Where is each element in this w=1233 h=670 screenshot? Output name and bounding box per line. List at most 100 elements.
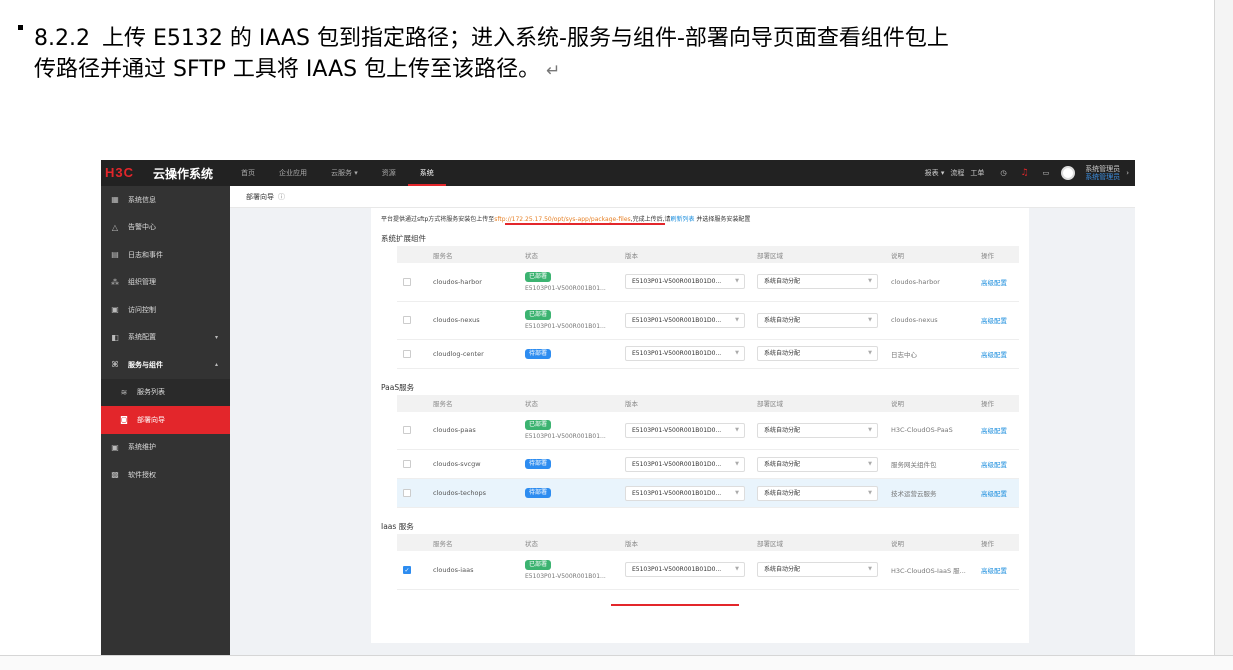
zone-select[interactable]: 系统自动分配 ▼ [757,422,878,438]
table-row[interactable]: cloudos-harbor 已部署 E5103P01-V500R001B01...… [397,263,1019,302]
zone-select[interactable]: 系统自动分配 ▼ [757,562,878,578]
maintain-icon: ▣ [111,442,119,452]
version-select[interactable]: E5103P01-V500R001B01D0... ▼ [625,562,745,578]
sidebar-item-services[interactable]: ⌘ 服务与组件 ▴ [101,351,230,379]
description: 服务网关组件包 [885,449,975,479]
zone-select[interactable]: 系统自动分配 ▼ [757,456,878,472]
advanced-config-link[interactable]: 高级配置 [981,317,1007,325]
chevron-down-icon: ▼ [735,460,739,467]
zone-cell: 系统自动分配 ▼ [751,263,885,302]
row-checkbox[interactable] [403,426,411,435]
table-row[interactable]: cloudos-svcgw 待部署 E5103P01-V500R001B01D0..… [397,449,1019,479]
path-underline [505,223,665,225]
row-checkbox[interactable] [403,489,411,497]
column-header: 状态 [519,394,619,412]
sidebar-item-label: 组织管理 [128,278,156,287]
version-select[interactable]: E5103P01-V500R001B01D0... ▼ [625,485,745,501]
chevron-down-icon: ▾ [214,333,218,341]
sidebar-item-service-list[interactable]: ≋ 服务列表 [101,378,230,406]
avatar[interactable] [1061,166,1076,180]
nav-home[interactable]: 首页 [229,160,267,186]
upload-notice: 平台提供通过sftp方式将服务安装包上传至sftp://172.25.17.50… [381,214,1019,228]
sidebar-item-org[interactable]: ⁂ 组织管理 [101,269,230,297]
table-row[interactable]: cloudos-paas 已部署 E5103P01-V500R001B01... E5… [397,411,1019,450]
column-header: 服务名 [427,394,519,412]
row-checkbox[interactable] [403,349,411,358]
column-header: 服务名 [427,534,519,551]
document-page: 8.2.2 上传 E5132 的 IAAS 包到指定路径；进入系统-服务与组件-部… [0,0,1233,670]
vertical-scrollbar[interactable] [1214,0,1233,655]
info-icon: ▦ [111,195,119,205]
user-info[interactable]: 系统管理员 系统管理员 [1079,165,1120,181]
row-checkbox[interactable] [403,316,411,324]
chevron-down-icon: ▼ [868,489,872,496]
column-header: 版本 [619,394,751,412]
column-header: 服务名 [427,246,519,263]
sidebar-item-license[interactable]: ▩ 软件授权 [101,461,230,489]
sidebar-item-alerts[interactable]: △ 告警中心 [101,214,230,242]
advanced-config-link[interactable]: 高级配置 [981,490,1007,498]
sidebar-item-maintain[interactable]: ▣ 系统维护 [101,434,230,462]
advanced-config-link[interactable]: 高级配置 [981,427,1007,435]
zone-select[interactable]: 系统自动分配 ▼ [757,346,878,361]
action-cell: 高级配置 [975,478,1019,508]
zone-value: 系统自动分配 [764,489,801,497]
action-cell: 高级配置 [975,339,1019,369]
horizontal-scrollbar[interactable] [0,655,1233,670]
zone-select[interactable]: 系统自动分配 ▼ [757,274,878,290]
zone-select[interactable]: 系统自动分配 ▼ [757,312,878,328]
nav-resources[interactable]: 资源 [370,160,408,186]
table-row[interactable]: cloudos-nexus 已部署 E5103P01-V500R001B01... E… [397,301,1019,340]
bell-icon[interactable]: ♫ [1020,168,1028,178]
column-header: 操作 [975,394,1019,412]
row-checkbox[interactable] [403,460,411,468]
advanced-config-link[interactable]: 高级配置 [981,279,1007,287]
refresh-list-link[interactable]: 刷新列表 [670,216,694,223]
reports-menu[interactable]: 报表 ▾ [925,168,945,178]
checkbox-cell [397,478,427,508]
row-checkbox[interactable]: ✓ [403,565,411,574]
heading-number: 8.2.2 [34,26,90,51]
log-icon: ▤ [111,250,119,260]
table-header: 服务名 状态 版本 部署区域 说明 操作 [397,394,1019,412]
advanced-config-link[interactable]: 高级配置 [981,567,1007,575]
step-heading: 8.2.2 上传 E5132 的 IAAS 包到指定路径；进入系统-服务与组件-部… [34,23,1184,87]
nav-cloud-services[interactable]: 云服务 ▾ [319,160,370,186]
row-checkbox[interactable] [403,277,411,286]
sidebar-item-system-info[interactable]: ▦ 系统信息 [101,186,230,214]
nav-enterprise-apps[interactable]: 企业应用 [267,160,319,186]
section-title: 系统扩展组件 [381,234,426,243]
sidebar-item-deploy-wizard[interactable]: ◙ 部署向导 [101,406,230,434]
chevron-down-icon: ▼ [735,316,739,323]
version-select[interactable]: E5103P01-V500R001B01D0... ▼ [625,312,745,328]
advanced-config-link[interactable]: 高级配置 [981,461,1007,469]
table-row[interactable]: cloudlog-center 待部署 E5103P01-V500R001B01D0… [397,339,1019,369]
clock-icon[interactable]: ◷ [1000,169,1006,177]
version-select[interactable]: E5103P01-V500R001B01D0... ▼ [625,274,745,290]
screen-icon[interactable]: ▭ [1043,169,1050,177]
action-cell: 高级配置 [975,301,1019,340]
chevron-right-icon[interactable]: › [1126,169,1129,177]
action-cell: 高级配置 [975,449,1019,479]
process-link[interactable]: 流程 [950,168,964,178]
service-name: cloudos-nexus [427,301,519,340]
nav-system[interactable]: 系统 [407,160,446,186]
ticket-link[interactable]: 工单 [970,168,984,178]
question-icon[interactable]: ⓘ [278,186,285,208]
version-select[interactable]: E5103P01-V500R001B01D0... ▼ [625,456,745,472]
sidebar-item-access[interactable]: ▣ 访问控制 [101,296,230,324]
sidebar-item-config[interactable]: ◧ 系统配置 ▾ [101,324,230,352]
service-name: cloudos-techops [427,478,519,508]
version-select[interactable]: E5103P01-V500R001B01D0... ▼ [625,346,745,361]
layers-icon: ≋ [120,387,128,397]
checkbox-cell [397,301,427,340]
sidebar-item-logs[interactable]: ▤ 日志和事件 [101,241,230,269]
column-header: 说明 [885,246,975,263]
advanced-config-link[interactable]: 高级配置 [981,351,1007,359]
table-row[interactable]: cloudos-techops 待部署 E5103P01-V500R001B01D0… [397,478,1019,508]
version-select[interactable]: E5103P01-V500R001B01D0... ▼ [625,422,745,438]
column-header: 版本 [619,246,751,263]
table-row[interactable]: ✓ cloudos-iaas 已部署 E5103P01-V500R001B01... E… [397,551,1019,590]
zone-select[interactable]: 系统自动分配 ▼ [757,485,878,501]
service-section: PaaS服务 服务名 状态 版本 部署区域 说明 操作 cloudos-paas 已部署 E510… [381,381,1019,508]
